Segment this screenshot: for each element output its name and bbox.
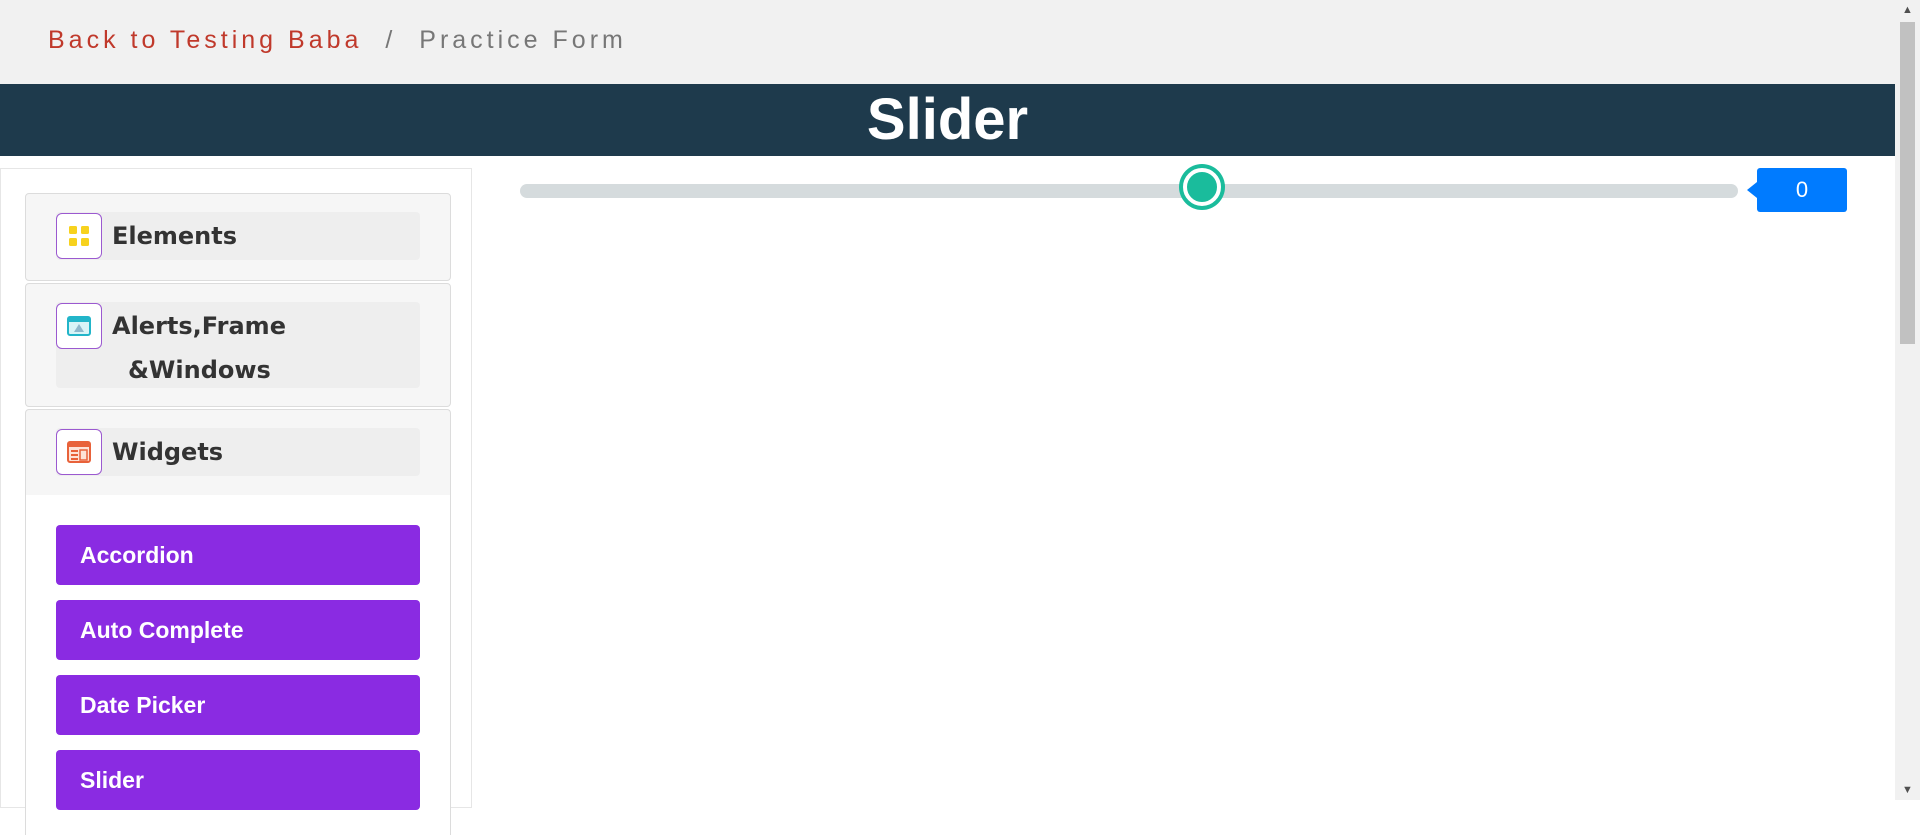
- sidebar-group-widgets: Widgets: [25, 409, 451, 499]
- breadcrumb-current: Practice Form: [419, 26, 627, 54]
- sidebar-group-label: Widgets: [112, 438, 224, 466]
- slider-track[interactable]: [520, 184, 1738, 198]
- widgets-icon: [56, 429, 102, 475]
- submenu-item-accordion[interactable]: Accordion: [56, 525, 420, 585]
- browser-window-icon: [56, 303, 102, 349]
- elements-grid-icon: [56, 213, 102, 259]
- scroll-down-arrow-icon[interactable]: ▼: [1895, 780, 1920, 800]
- back-to-testing-baba-link[interactable]: Back to Testing Baba: [48, 26, 362, 54]
- submenu-item-slider[interactable]: Slider: [56, 750, 420, 810]
- vertical-scrollbar[interactable]: ▲ ▼: [1895, 0, 1920, 800]
- submenu-item-date-picker[interactable]: Date Picker: [56, 675, 420, 735]
- page-title: Slider: [866, 87, 1029, 152]
- slider-thumb[interactable]: [1183, 168, 1222, 206]
- sidebar-group-label-line2: &Windows: [128, 356, 271, 384]
- top-bar: Back to Testing Baba / Practice Form: [0, 0, 1895, 84]
- sidebar-group-label: Elements: [112, 222, 238, 250]
- submenu-item-auto-complete[interactable]: Auto Complete: [56, 600, 420, 660]
- breadcrumb-separator: /: [385, 26, 397, 54]
- scrollbar-thumb[interactable]: [1900, 22, 1915, 344]
- breadcrumb: Back to Testing Baba / Practice Form: [48, 26, 627, 55]
- widgets-submenu: Accordion Auto Complete Date Picker Slid…: [25, 495, 451, 835]
- scroll-up-arrow-icon[interactable]: ▲: [1895, 0, 1920, 20]
- sidebar: Elements Alerts,Frame &Windows Widgets A…: [0, 168, 472, 835]
- sidebar-group-alerts-header[interactable]: Alerts,Frame &Windows: [56, 302, 420, 388]
- sidebar-group-label-line1: Alerts,Frame: [112, 312, 286, 340]
- sidebar-group-widgets-header[interactable]: Widgets: [56, 428, 420, 476]
- sidebar-group-elements-header[interactable]: Elements: [56, 212, 420, 260]
- sidebar-group-elements: Elements: [25, 193, 451, 281]
- slider-value-box: 0: [1747, 168, 1847, 212]
- sidebar-group-alerts-frame-windows: Alerts,Frame &Windows: [25, 283, 451, 407]
- title-bar: Slider: [0, 84, 1895, 156]
